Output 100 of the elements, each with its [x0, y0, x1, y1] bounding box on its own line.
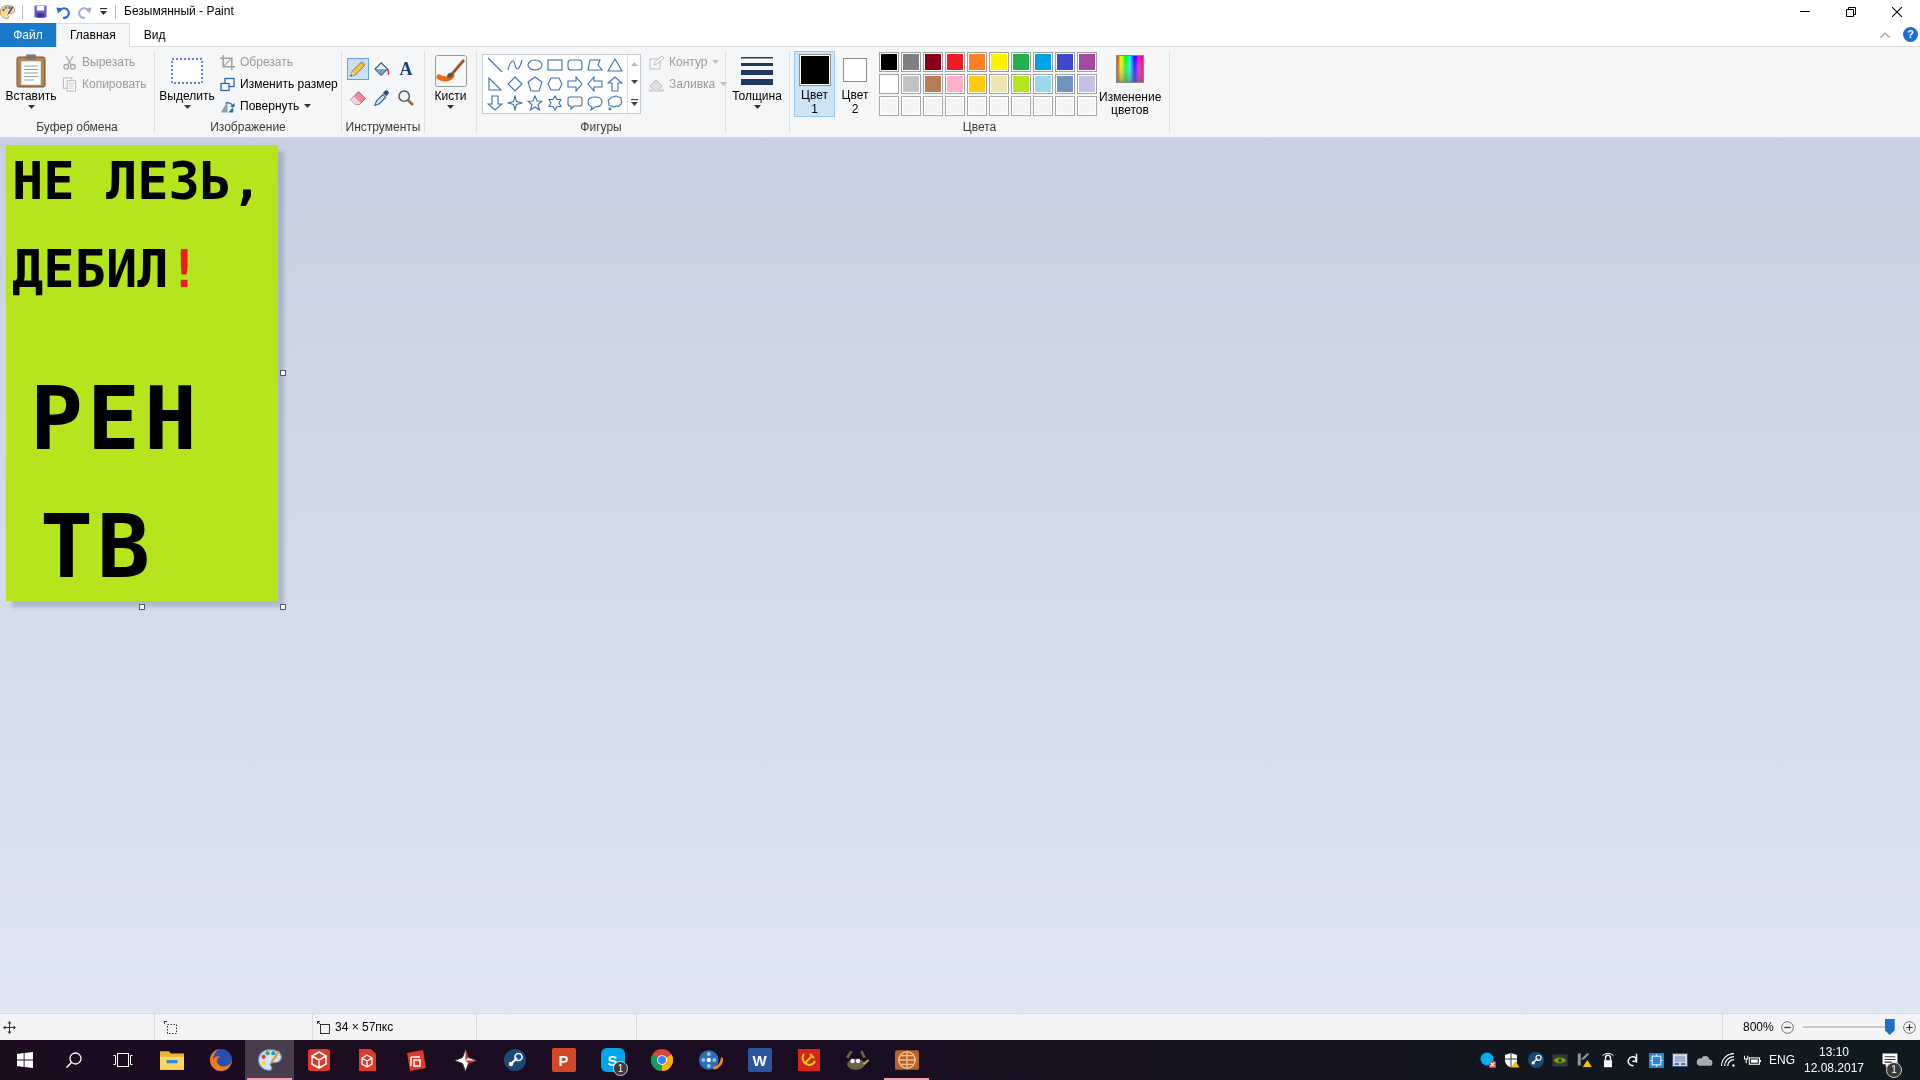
ribbon-tab[interactable]: Вид — [129, 23, 180, 47]
color-swatch[interactable] — [923, 52, 943, 72]
color-swatch[interactable] — [1011, 52, 1031, 72]
color-swatch[interactable] — [1033, 74, 1053, 94]
empty-color-slot[interactable] — [967, 96, 987, 116]
empty-color-slot[interactable] — [1077, 96, 1097, 116]
empty-color-slot[interactable] — [923, 96, 943, 116]
segmented-circle-icon — [650, 1049, 673, 1071]
color-swatch[interactable] — [1055, 52, 1075, 72]
color-swatch[interactable] — [1077, 52, 1097, 72]
right-triangle-icon[interactable] — [487, 76, 503, 92]
polygon-icon[interactable] — [587, 56, 603, 73]
four-point-star-icon[interactable] — [507, 95, 523, 112]
wifi-icon[interactable] — [1721, 1053, 1735, 1067]
hexagon-icon[interactable] — [547, 76, 563, 92]
caret-icon[interactable] — [100, 8, 107, 15]
expand-gallery-icon[interactable] — [630, 98, 638, 106]
chip-icon[interactable] — [1648, 1052, 1664, 1068]
right-arrow-icon[interactable] — [567, 76, 583, 92]
task-view-icon — [112, 1053, 133, 1067]
rotate-button[interactable]: Повернуть — [216, 95, 342, 117]
empty-color-slot[interactable] — [879, 96, 899, 116]
line-icon[interactable] — [487, 56, 503, 73]
color-swatch[interactable] — [901, 52, 921, 72]
color-swatch[interactable] — [967, 52, 987, 72]
diamond-icon[interactable] — [507, 76, 523, 92]
star-icon — [454, 1048, 477, 1072]
cloud-icon[interactable] — [1695, 1054, 1713, 1066]
disc-icon[interactable] — [1528, 1052, 1544, 1068]
monitor-icon[interactable] — [1672, 1053, 1688, 1067]
color-swatch[interactable] — [989, 74, 1009, 94]
empty-color-slot[interactable] — [989, 96, 1009, 116]
five-point-star-icon[interactable] — [527, 95, 543, 112]
color-slot-button[interactable]: Цвет 1 — [794, 51, 835, 117]
triangle-icon[interactable] — [607, 56, 623, 73]
cube-icon — [307, 1049, 330, 1071]
thickness-button[interactable]: Толщина — [729, 49, 785, 115]
taskbar-button[interactable]: P — [539, 1040, 588, 1080]
color-swatch[interactable] — [923, 74, 943, 94]
down-arrow-icon[interactable] — [487, 95, 503, 112]
rounded-rectangle-icon[interactable] — [567, 56, 583, 73]
ribbon-tab[interactable]: Главная — [56, 23, 130, 47]
collapse-icon[interactable] — [1880, 31, 1890, 38]
color-swatch[interactable] — [1055, 74, 1075, 94]
empty-color-slot[interactable] — [945, 96, 965, 116]
six-point-star-icon[interactable] — [547, 95, 563, 112]
empty-color-slot[interactable] — [1055, 96, 1075, 116]
text-tool[interactable]: A — [395, 58, 417, 80]
color-swatch[interactable] — [901, 74, 921, 94]
empty-color-slot[interactable] — [901, 96, 921, 116]
undo-icon[interactable] — [56, 4, 70, 19]
resize-handle[interactable] — [280, 370, 286, 376]
resize-handle[interactable] — [139, 604, 145, 610]
color-swatch[interactable] — [879, 74, 899, 94]
rounded-callout-icon[interactable] — [567, 95, 583, 112]
chat-error-icon[interactable] — [1480, 1052, 1496, 1068]
zoom-in-icon[interactable] — [1902, 1020, 1916, 1034]
save-icon[interactable] — [34, 5, 47, 18]
color-slot-button[interactable]: Цвет 2 — [837, 51, 873, 117]
paste-button[interactable]: Вставить — [5, 49, 57, 115]
palette-icon[interactable] — [0, 4, 15, 19]
swirl-icon[interactable] — [1626, 1053, 1638, 1067]
pentagon-icon[interactable] — [527, 76, 543, 92]
empty-color-slot[interactable] — [1011, 96, 1031, 116]
up-arrow-icon[interactable] — [607, 76, 623, 92]
empty-color-slot[interactable] — [1033, 96, 1053, 116]
color-swatch[interactable] — [945, 52, 965, 72]
color-swatch[interactable] — [967, 74, 987, 94]
dropper-icon — [374, 90, 390, 106]
help-button[interactable]: ? — [1903, 27, 1918, 42]
zoom-out-icon[interactable] — [1780, 1020, 1794, 1034]
scroll-down-icon[interactable] — [630, 80, 638, 85]
color-swatch[interactable] — [1033, 52, 1053, 72]
resize-handle[interactable] — [280, 604, 286, 610]
color-swatch[interactable] — [1011, 74, 1031, 94]
oval-icon[interactable] — [527, 56, 543, 73]
edit-colors-button[interactable]: Изменение цветов — [1098, 51, 1162, 117]
color-swatch[interactable] — [1077, 74, 1097, 94]
taskbar-button[interactable] — [245, 1040, 294, 1080]
color-swatch[interactable] — [879, 52, 899, 72]
language-indicator[interactable]: ENG — [1764, 1052, 1800, 1068]
eye-icon[interactable] — [1552, 1053, 1568, 1067]
slider-thumb[interactable] — [1884, 1019, 1895, 1035]
taskbar-button[interactable]: W — [735, 1040, 784, 1080]
left-arrow-icon[interactable] — [587, 76, 603, 92]
resize-icon — [220, 76, 235, 92]
brushes-button[interactable]: Кисти — [428, 49, 473, 115]
file-menu-tab[interactable]: Файл — [0, 23, 56, 47]
battery-icon[interactable] — [1743, 1055, 1761, 1065]
pencil-tool[interactable] — [347, 58, 369, 80]
warning-icon[interactable] — [1576, 1053, 1592, 1067]
cloud-callout-icon[interactable] — [607, 95, 623, 112]
select-button[interactable]: Выделить — [159, 49, 215, 115]
color-swatch[interactable] — [945, 74, 965, 94]
shield-warning-icon[interactable] — [1504, 1052, 1520, 1068]
selection-size-icon — [164, 1020, 177, 1034]
resize-button[interactable]: Изменить размер — [216, 73, 342, 95]
oval-callout-icon[interactable] — [587, 95, 603, 112]
color-swatch[interactable] — [989, 52, 1009, 72]
lock-icon[interactable] — [1602, 1052, 1614, 1068]
